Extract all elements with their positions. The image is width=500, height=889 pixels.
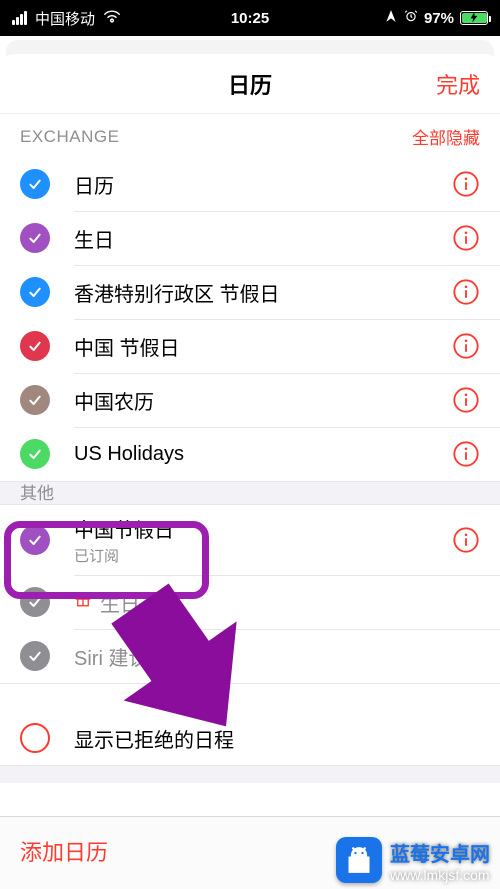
calendar-row[interactable]: 中国 节假日 <box>0 319 500 373</box>
calendar-label: 香港特别行政区 节假日 <box>74 278 452 307</box>
watermark-text: 蓝莓安卓网 www.lmkjsf.com <box>390 838 490 883</box>
done-button[interactable]: 完成 <box>436 68 480 100</box>
carrier-label: 中国移动 <box>35 8 95 29</box>
check-circle-icon[interactable] <box>20 587 50 617</box>
calendar-label: 中国农历 <box>74 386 452 415</box>
calendar-label: Siri 建议 <box>74 642 480 671</box>
check-circle-icon[interactable] <box>20 641 50 671</box>
section-header-exchange: EXCHANGE 全部隐藏 <box>0 114 500 157</box>
check-circle-icon[interactable] <box>20 277 50 307</box>
sheet-title: 日历 <box>228 68 272 100</box>
info-icon[interactable] <box>452 526 480 554</box>
watermark-logo-icon <box>336 837 382 883</box>
calendar-row-subscribed[interactable]: 中国节假日 已订阅 <box>0 505 500 575</box>
gift-icon <box>74 590 92 614</box>
sheet-header: 日历 完成 <box>0 54 500 114</box>
check-circle-icon[interactable] <box>20 331 50 361</box>
signal-bars-icon <box>12 11 27 25</box>
calendar-label: 日历 <box>74 170 452 199</box>
info-icon[interactable] <box>452 386 480 414</box>
check-circle-icon[interactable] <box>20 525 50 555</box>
section-header-other: 其他 <box>0 481 500 505</box>
show-rejected-label: 显示已拒绝的日程 <box>74 724 480 753</box>
watermark-url: www.lmkjsf.com <box>390 867 490 883</box>
calendar-row-siri[interactable]: Siri 建议 <box>0 629 500 683</box>
battery-icon <box>460 11 488 25</box>
watermark-title: 蓝莓安卓网 <box>390 838 490 867</box>
empty-circle-icon[interactable] <box>20 723 50 753</box>
info-icon[interactable] <box>452 170 480 198</box>
calendar-row[interactable]: 香港特别行政区 节假日 <box>0 265 500 319</box>
calendar-label: US Holidays <box>74 443 452 466</box>
status-bar: 中国移动 10:25 97% <box>0 0 500 36</box>
calendars-sheet: 日历 完成 EXCHANGE 全部隐藏 日历 生日 香港特别行政区 节假日 <box>0 54 500 889</box>
add-calendar-button[interactable]: 添加日历 <box>20 840 108 865</box>
check-circle-icon[interactable] <box>20 169 50 199</box>
calendar-row[interactable]: US Holidays <box>0 427 500 481</box>
watermark: 蓝莓安卓网 www.lmkjsf.com <box>336 837 490 883</box>
screen: 中国移动 10:25 97% 日历 完成 EXCHANGE 全部隐藏 <box>0 0 500 889</box>
hide-all-button[interactable]: 全部隐藏 <box>412 124 480 149</box>
info-icon[interactable] <box>452 440 480 468</box>
calendar-row[interactable]: 中国农历 <box>0 373 500 427</box>
check-circle-icon[interactable] <box>20 439 50 469</box>
status-right: 97% <box>384 9 488 27</box>
info-icon[interactable] <box>452 332 480 360</box>
location-icon <box>384 9 398 27</box>
calendar-label: 生日 <box>74 588 480 617</box>
alarm-icon <box>404 9 418 27</box>
check-circle-icon[interactable] <box>20 223 50 253</box>
show-rejected-row[interactable]: 显示已拒绝的日程 <box>0 711 500 765</box>
calendars-list[interactable]: EXCHANGE 全部隐藏 日历 生日 香港特别行政区 节假日 中 <box>0 114 500 816</box>
clock: 10:25 <box>231 10 269 27</box>
calendar-label: 中国 节假日 <box>74 332 452 361</box>
calendar-label: 生日 <box>74 224 452 253</box>
info-icon[interactable] <box>452 224 480 252</box>
section-title-exchange: EXCHANGE <box>20 127 119 147</box>
calendar-label: 中国节假日 <box>74 514 452 543</box>
check-circle-icon[interactable] <box>20 385 50 415</box>
calendar-sublabel: 已订阅 <box>74 545 452 566</box>
status-left: 中国移动 <box>12 8 121 29</box>
battery-percent: 97% <box>424 10 454 27</box>
calendar-row[interactable]: 生日 <box>0 211 500 265</box>
wifi-icon <box>103 9 121 27</box>
calendar-row-birthdays[interactable]: 生日 <box>0 575 500 629</box>
info-icon[interactable] <box>452 278 480 306</box>
calendar-row[interactable]: 日历 <box>0 157 500 211</box>
section-title-other: 其他 <box>0 482 500 506</box>
